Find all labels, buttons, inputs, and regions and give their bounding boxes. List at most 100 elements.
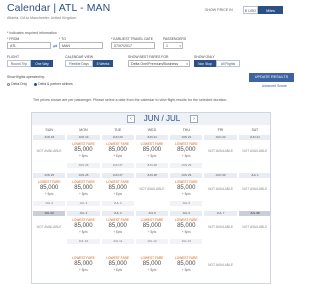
passengers-select[interactable]: 1 ▾ bbox=[163, 42, 183, 49]
calendar-day-cell[interactable]: JUL 5 LOWEST FARE 85,000 + $pts JUL 12 bbox=[135, 211, 169, 249]
fare-fee-note: + $pts bbox=[79, 230, 88, 234]
fare-price: 85,000 bbox=[108, 222, 127, 229]
weekday-thu: THU bbox=[182, 128, 190, 132]
date-field[interactable]: 07/07/2017 bbox=[111, 42, 155, 49]
lowest-fare-label: LOWEST FARE bbox=[106, 142, 130, 146]
return-date-label: JUL 2 bbox=[33, 201, 66, 206]
lowest-fare-label: LOWEST FARE bbox=[140, 142, 164, 146]
calendar-week-row: JUN 18 NOT AVAILABLE JUN 19 LOWEST FARE 85,0… bbox=[32, 135, 270, 173]
calendar-view-toggle: Flexible Days 5 Weeks bbox=[65, 60, 113, 67]
not-available-label: NOT AVAILABLE bbox=[242, 225, 268, 229]
day-date-label: JUL 4 bbox=[101, 211, 134, 216]
fare-fee-note: + $pts bbox=[181, 154, 191, 158]
currency-miles-button[interactable]: Miles bbox=[258, 6, 283, 14]
prev-month-button[interactable]: ‹ bbox=[127, 115, 135, 123]
fare-fee-note: + $pts bbox=[147, 154, 157, 158]
return-date-label: JUN 29 bbox=[170, 163, 203, 168]
calendar-day-cell[interactable]: JUN 27 LOWEST FARE 85,000 + $pts JUL 4 bbox=[101, 173, 135, 211]
day-date-label: JUN 28 bbox=[135, 173, 169, 178]
calendar-day-cell[interactable]: JUL 6 LOWEST FARE 85,000 + $pts JUL 13 bbox=[169, 211, 203, 249]
calendar-day-cell[interactable]: JUN 20 LOWEST FARE 85,000 + $pts JUN 27 bbox=[101, 135, 135, 173]
day-date-label: JUL 02 bbox=[33, 211, 66, 216]
cabin-value: Delta One/Premium/Business bbox=[131, 62, 179, 66]
return-date-label: JUL 4 bbox=[101, 201, 134, 206]
swap-icon[interactable]: ⇄ bbox=[53, 44, 57, 50]
flexible-days-button[interactable]: Flexible Days bbox=[65, 60, 93, 67]
radio-delta-only[interactable]: Delta Only bbox=[7, 82, 27, 86]
from-label: * FROM bbox=[7, 37, 20, 41]
non-stop-button[interactable]: Non Stop bbox=[194, 60, 216, 67]
day-date-label: JUL 3 bbox=[67, 211, 100, 216]
cabin-select[interactable]: Delta One/Premium/Business ▾ bbox=[128, 60, 190, 67]
operated-by-label: Show flights operated by: bbox=[7, 75, 46, 79]
day-date-label: JUN 21 bbox=[135, 135, 169, 140]
from-field[interactable]: ATL bbox=[7, 42, 51, 49]
day-date-label: JUN 27 bbox=[101, 173, 134, 178]
calendar-day-cell: JUL 7 NOT AVAILABLE bbox=[203, 211, 237, 249]
calendar-day-cell[interactable]: LOWEST FARE 85,000 + $pts bbox=[169, 249, 203, 283]
weekday-wed: WED bbox=[147, 128, 157, 132]
day-date-label: JUN 18 bbox=[33, 135, 66, 140]
fare-price: 85,000 bbox=[142, 222, 162, 229]
lowest-fare-label: LOWEST FARE bbox=[140, 256, 164, 260]
day-date-label: JUL 7 bbox=[204, 211, 237, 216]
currency-usd-button[interactable]: $ USD bbox=[243, 6, 258, 14]
round-trip-button[interactable]: Round Trip bbox=[7, 60, 31, 67]
lowest-fare-label: LOWEST FARE bbox=[106, 218, 130, 222]
calendar-day-cell[interactable]: JUL 3 LOWEST FARE 85,000 + $pts JUL 10 bbox=[66, 211, 100, 249]
fare-fee-note: + $pts bbox=[113, 192, 123, 196]
not-available-label: NOT AVAILABLE bbox=[208, 263, 234, 267]
calendar-day-cell[interactable]: LOWEST FARE 85,000 + $pts bbox=[101, 249, 135, 283]
fare-price: 85,000 bbox=[142, 260, 162, 267]
lowest-fare-label: LOWEST FARE bbox=[174, 256, 198, 260]
return-date-label: JUL 12 bbox=[135, 239, 169, 244]
page-header: Calendar | ATL - MAN Atlanta, GA to Manc… bbox=[0, 0, 300, 20]
calendar-day-cell[interactable]: LOWEST FARE 85,000 + $pts bbox=[135, 249, 169, 283]
fare-price: 85,000 bbox=[177, 260, 196, 267]
radio-delta-partners[interactable]: Delta & partner airlines bbox=[34, 82, 73, 86]
advanced-search-link[interactable]: Advanced Search bbox=[262, 84, 287, 88]
lowest-fare-label: LOWEST FARE bbox=[106, 256, 130, 260]
return-date-label: JUN 27 bbox=[101, 163, 134, 168]
fare-fee-note: + $pts bbox=[113, 154, 123, 158]
one-way-button[interactable]: One Way bbox=[31, 60, 53, 67]
calendar-day-cell[interactable]: LOWEST FARE 85,000 + $pts bbox=[66, 249, 100, 283]
not-available-label: NOT AVAILABLE bbox=[208, 149, 234, 153]
calendar-day-cell: JUN 18 NOT AVAILABLE bbox=[32, 135, 66, 173]
calendar-day-cell[interactable]: JUN 29 LOWEST FARE 85,000 + $pts JUL 6 bbox=[169, 173, 203, 211]
return-date-label: JUL 6 bbox=[170, 201, 203, 206]
radio-delta-only-label: Delta Only bbox=[11, 82, 28, 86]
cabin-label: SHOW BEST FARES FOR bbox=[128, 55, 169, 59]
return-date-label: JUL 11 bbox=[101, 239, 134, 244]
calendar-day-cell[interactable]: JUN 22 LOWEST FARE 85,000 + $pts JUN 29 bbox=[169, 135, 203, 173]
calendar-day-cell: JUL 1 NOT AVAILABLE bbox=[238, 173, 270, 211]
next-month-button[interactable]: › bbox=[190, 115, 198, 123]
return-date-label: JUN 28 bbox=[135, 163, 169, 168]
fare-price: 85,000 bbox=[74, 260, 93, 267]
day-date-label: JUN 30 bbox=[204, 173, 237, 178]
day-date-label: JUL 6 bbox=[170, 211, 203, 216]
weekday-fri: FRI bbox=[217, 128, 224, 132]
not-available-label: NOT AVAILABLE bbox=[242, 187, 268, 191]
return-date-label: JUL 3 bbox=[67, 201, 100, 206]
day-date-label: JUN 22 bbox=[170, 135, 203, 140]
fare-price: 85,000 bbox=[39, 184, 59, 191]
calendar-day-cell[interactable]: JUN 19 LOWEST FARE 85,000 + $pts JUN 26 bbox=[66, 135, 100, 173]
fare-price: 85,000 bbox=[74, 184, 93, 191]
lowest-fare-label: LOWEST FARE bbox=[106, 180, 130, 184]
fare-fee-note: + $pts bbox=[113, 230, 123, 234]
five-weeks-button[interactable]: 5 Weeks bbox=[93, 60, 113, 67]
fare-fee-note: + $pts bbox=[79, 268, 88, 272]
all-flights-button[interactable]: All Flights bbox=[216, 60, 240, 67]
calendar-day-cell[interactable]: JUN 21 LOWEST FARE 85,000 + $pts JUN 28 bbox=[135, 135, 169, 173]
fare-fee-note: + $pts bbox=[181, 192, 191, 196]
calendar-day-cell[interactable]: JUL 4 LOWEST FARE 85,000 + $pts JUL 11 bbox=[101, 211, 135, 249]
lowest-fare-label: LOWEST FARE bbox=[174, 218, 198, 222]
not-available-label: NOT AVAILABLE bbox=[208, 187, 234, 191]
calendar-day-cell[interactable]: JUN 26 LOWEST FARE 85,000 + $pts JUL 3 bbox=[66, 173, 100, 211]
update-results-button[interactable]: UPDATE RESULTS bbox=[249, 73, 294, 82]
to-field[interactable]: MAN bbox=[59, 42, 103, 49]
fare-fee-note: + $pts bbox=[79, 192, 88, 196]
day-date-label: JUN 24 bbox=[238, 135, 270, 140]
calendar-day-cell[interactable]: JUN 25 LOWEST FARE 85,000 + $pts JUL 2 bbox=[32, 173, 66, 211]
